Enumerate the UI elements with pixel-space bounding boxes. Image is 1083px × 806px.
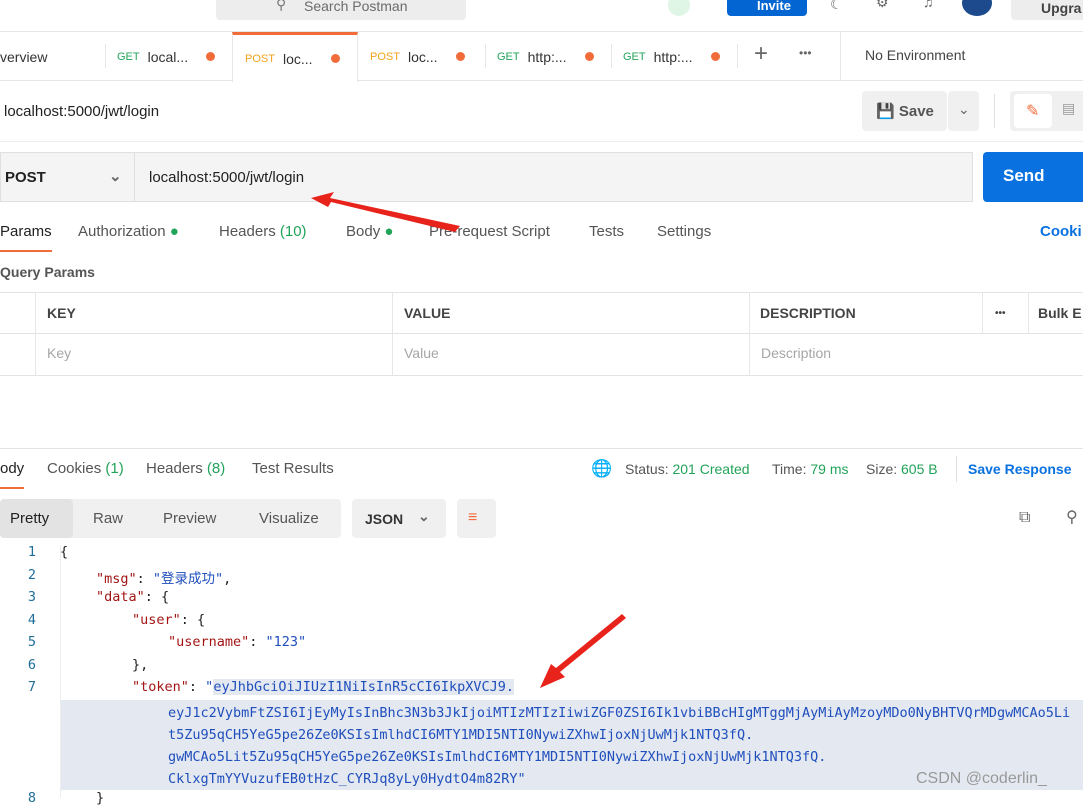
watermark: CSDN @coderlin_ <box>916 770 1047 787</box>
annotation-arrows <box>311 192 626 688</box>
red-arrow-1 <box>311 192 460 232</box>
red-arrow-2 <box>540 614 626 688</box>
